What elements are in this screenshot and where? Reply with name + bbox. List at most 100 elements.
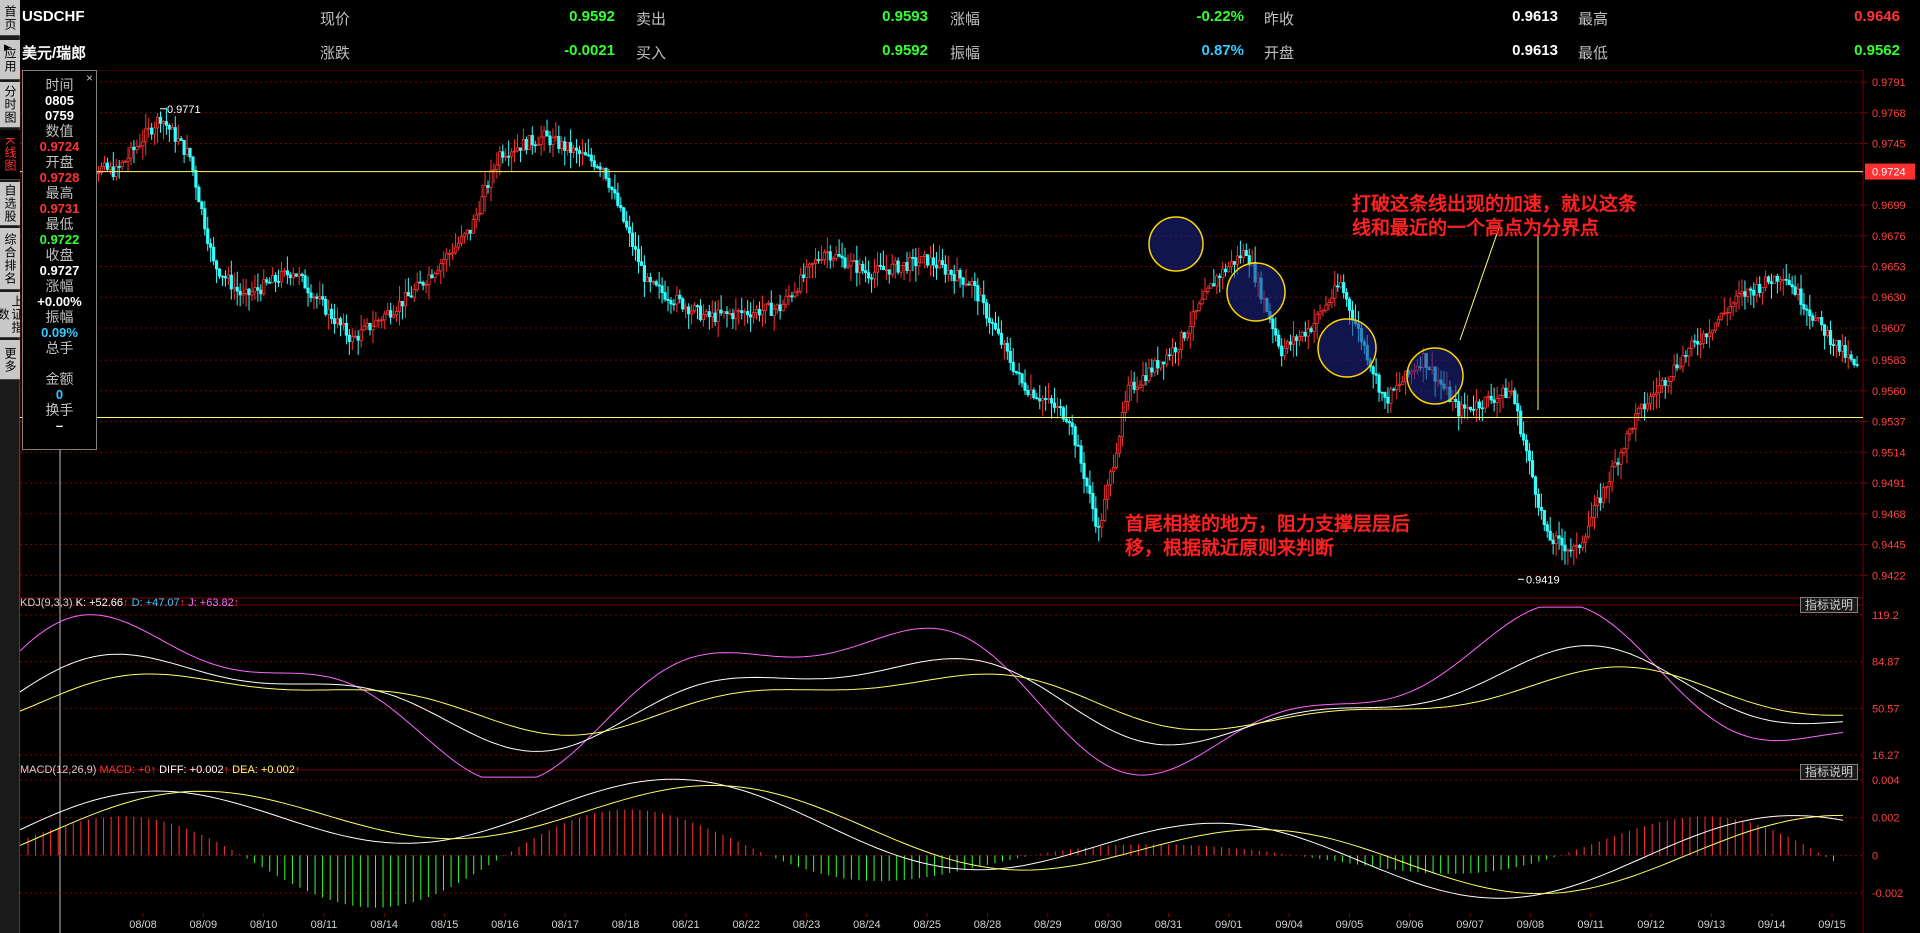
candle-body bbox=[1032, 389, 1036, 399]
candle-body bbox=[787, 295, 791, 298]
candle-body bbox=[1545, 524, 1549, 532]
candle-body bbox=[713, 312, 717, 322]
candle-body bbox=[684, 306, 688, 310]
sidebar-tab-0[interactable]: 首页 bbox=[0, 0, 20, 36]
sidebar-tab-7[interactable]: 更多 bbox=[0, 340, 20, 380]
candle-body bbox=[1374, 373, 1378, 376]
sidebar-tab-3[interactable]: K线图 bbox=[0, 130, 20, 180]
candle-body bbox=[1740, 291, 1744, 295]
candle-body bbox=[574, 147, 579, 151]
candle-body bbox=[321, 296, 325, 300]
kline-screen: 首页 应用 分时图 K线图 自选股 综合排名 上证指数 更多 ▶ USDCHF 美元/瑞郎 现价… bbox=[0, 0, 1920, 933]
candle-body bbox=[1194, 310, 1198, 313]
candle-body bbox=[206, 228, 210, 245]
header-label-row1-1: 卖出 bbox=[636, 11, 667, 28]
candle-body bbox=[276, 281, 281, 283]
candle-body bbox=[926, 254, 930, 266]
candle-body bbox=[539, 136, 543, 145]
candle-body bbox=[1651, 394, 1656, 397]
candle-body bbox=[908, 257, 912, 271]
candle-body bbox=[1763, 276, 1768, 288]
candle-body bbox=[1073, 426, 1077, 446]
sidebar-tab-4[interactable]: 自选股 bbox=[0, 182, 20, 226]
x-tick-label: 09/06 bbox=[1396, 919, 1424, 931]
candle-body bbox=[126, 157, 130, 162]
candle-body bbox=[309, 292, 313, 299]
price-tick-label: 0.9768 bbox=[1872, 108, 1906, 120]
candle-body bbox=[1315, 313, 1319, 324]
candle-body bbox=[1135, 387, 1139, 390]
x-tick-label: 08/16 bbox=[491, 919, 519, 931]
candle-body bbox=[719, 309, 723, 314]
info-label-7: 振幅 bbox=[45, 309, 74, 325]
candle-body bbox=[1640, 403, 1644, 409]
candle-body bbox=[1643, 403, 1647, 410]
candle-body bbox=[332, 318, 337, 325]
candle-body bbox=[344, 323, 348, 336]
annotation-pointer bbox=[1459, 224, 1501, 341]
candle-body bbox=[920, 256, 924, 264]
candle-body bbox=[448, 252, 452, 255]
candle-body bbox=[1389, 388, 1393, 404]
kdj-title: KDJ(9,3,3) bbox=[20, 597, 73, 609]
header-value-row2-3: 0.9613 bbox=[1512, 42, 1558, 59]
candle-body bbox=[931, 257, 936, 266]
candle-body bbox=[1303, 331, 1307, 337]
candle-body bbox=[858, 263, 862, 273]
candle-body bbox=[338, 318, 343, 326]
kdj-explain-button[interactable]: 指标说明 bbox=[1800, 597, 1858, 613]
candle-body bbox=[946, 269, 950, 275]
candle-body bbox=[1126, 384, 1130, 402]
candle-body bbox=[465, 229, 469, 235]
candle-body bbox=[1103, 498, 1107, 521]
candle-body bbox=[1188, 326, 1192, 334]
sidebar-tab-5[interactable]: 综合排名 bbox=[0, 228, 20, 290]
candle-body bbox=[737, 310, 741, 313]
candle-body bbox=[389, 310, 393, 318]
candle-body bbox=[1041, 398, 1045, 402]
candle-body bbox=[129, 146, 133, 159]
candle-body bbox=[1477, 401, 1481, 409]
candle-body bbox=[1471, 409, 1476, 411]
candle-body bbox=[524, 138, 528, 151]
candle-body bbox=[846, 265, 850, 268]
candle-body bbox=[1011, 361, 1015, 372]
sidebar-tab-2[interactable]: 分时图 bbox=[0, 82, 20, 128]
candle-body bbox=[1625, 433, 1629, 450]
candle-body bbox=[864, 270, 868, 274]
candle-body bbox=[1731, 302, 1735, 308]
up-arrow-icon: ↑ bbox=[150, 764, 157, 776]
candle-body bbox=[1631, 428, 1635, 430]
macd-explain-button[interactable]: 指标说明 bbox=[1800, 764, 1858, 780]
candle-body bbox=[271, 274, 275, 284]
candle-body bbox=[1610, 466, 1614, 483]
x-tick-label: 09/12 bbox=[1637, 919, 1665, 931]
candle-body bbox=[1327, 302, 1331, 306]
candle-body bbox=[1215, 275, 1219, 287]
annotation-support: 首尾相接的地方，阻力支撑层层后 移，根据就近原则来判断 bbox=[1125, 512, 1410, 560]
sidebar-tab-6[interactable]: 上证指数 bbox=[0, 292, 24, 338]
candle-body bbox=[1286, 341, 1290, 349]
candle-body bbox=[875, 264, 880, 273]
close-icon[interactable]: × bbox=[86, 71, 93, 85]
candle-body bbox=[530, 135, 534, 146]
candle-body bbox=[1238, 255, 1242, 259]
candle-body bbox=[1291, 336, 1296, 345]
candle-body bbox=[887, 269, 891, 275]
candle-body bbox=[1684, 355, 1688, 357]
candle-body bbox=[262, 279, 266, 295]
candle-body bbox=[687, 306, 691, 315]
candle-body bbox=[217, 268, 222, 277]
macd-tick-label: 0.002 bbox=[1872, 813, 1900, 825]
x-tick-label: 08/14 bbox=[371, 919, 399, 931]
candle-body bbox=[949, 269, 953, 275]
candle-body bbox=[690, 310, 694, 315]
candle-body bbox=[1244, 250, 1248, 257]
candle-body bbox=[430, 274, 434, 278]
candle-body bbox=[825, 251, 829, 254]
candle-body bbox=[288, 274, 292, 279]
candle-body bbox=[630, 232, 635, 248]
candle-body bbox=[144, 128, 148, 143]
candle-body bbox=[368, 323, 372, 331]
candle-body bbox=[297, 273, 301, 277]
